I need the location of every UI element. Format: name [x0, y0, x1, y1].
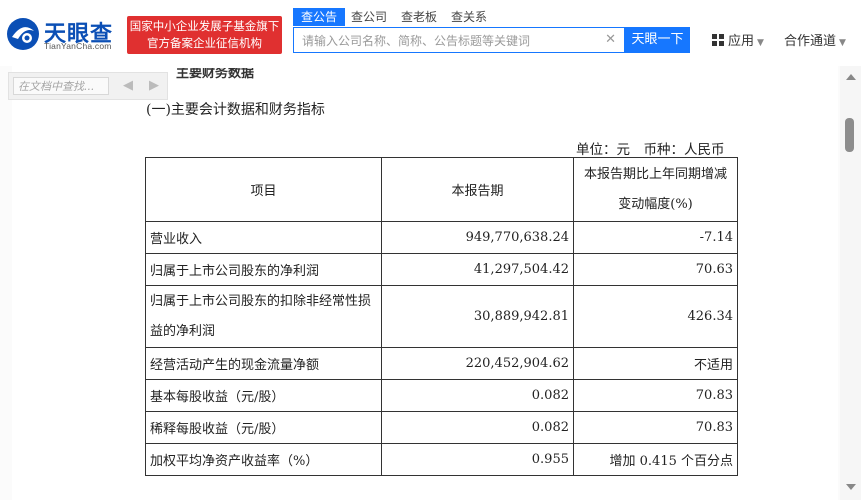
chevron-down-icon: ▼: [839, 38, 846, 48]
unit-line: 单位：元 币种：人民币: [576, 142, 725, 158]
logo-mark-icon: [7, 18, 39, 50]
site-header: 天眼查 TianYanCha.com 国家中小企业发展子基金旗下 官方备案企业征…: [0, 0, 861, 67]
table-row: 基本每股收益（元/股） 0.082 70.83: [145, 379, 738, 412]
row-value: 30,889,942.81: [381, 285, 574, 348]
search-box: ✕: [293, 27, 625, 53]
chevron-down-icon: ▼: [757, 38, 764, 48]
row-change: 70.63: [573, 253, 738, 286]
tab-bosses[interactable]: 查老板: [393, 8, 445, 26]
row-change: -7.14: [573, 221, 738, 254]
clear-icon[interactable]: ✕: [605, 32, 616, 47]
row-item: 营业收入: [145, 221, 382, 254]
row-value: 0.082: [381, 379, 574, 412]
row-value: 41,297,504.42: [381, 253, 574, 286]
row-change: 426.34: [573, 285, 738, 348]
cooperation-menu[interactable]: 合作通道 ▼: [784, 30, 846, 49]
tab-companies[interactable]: 查公司: [343, 8, 395, 26]
header-period: 本报告期: [381, 157, 574, 222]
row-item: 基本每股收益（元/股）: [145, 379, 382, 412]
table-row: 归属于上市公司股东的净利润 41,297,504.42 70.63: [145, 253, 738, 286]
section-title: (一)主要会计数据和财务指标: [146, 102, 325, 118]
search-button[interactable]: 天眼一下: [625, 27, 690, 53]
header-item: 项目: [145, 157, 382, 222]
table-row: 稀释每股收益（元/股） 0.082 70.83: [145, 411, 738, 444]
find-in-document-bar: ◀ ▶: [8, 72, 168, 100]
row-item: 稀释每股收益（元/股）: [145, 411, 382, 444]
search-input[interactable]: [300, 31, 604, 51]
row-value: 949,770,638.24: [381, 221, 574, 254]
official-badge: 国家中小企业发展子基金旗下 官方备案企业征信机构: [127, 16, 282, 54]
row-item: 归属于上市公司股东的扣除非经常性损益的净利润: [145, 285, 382, 348]
row-item: 加权平均净资产收益率（%）: [145, 443, 382, 476]
table-row: 归属于上市公司股东的扣除非经常性损益的净利润 30,889,942.81 426…: [145, 285, 738, 348]
row-change: 不适用: [573, 347, 738, 380]
left-arrow-icon[interactable]: ◀: [119, 78, 137, 94]
row-value: 220,452,904.62: [381, 347, 574, 380]
tab-relations[interactable]: 查关系: [443, 8, 495, 26]
table-row: 营业收入 949,770,638.24 -7.14: [145, 221, 738, 254]
find-input[interactable]: [13, 77, 109, 95]
row-item: 经营活动产生的现金流量净额: [145, 347, 382, 380]
scroll-down-icon[interactable]: [846, 484, 856, 490]
row-value: 0.955: [381, 443, 574, 476]
row-change: 70.83: [573, 411, 738, 444]
right-arrow-icon[interactable]: ▶: [145, 78, 163, 94]
financial-table: 项目 本报告期 本报告期比上年同期增减变动幅度(%) 营业收入 949,770,…: [145, 157, 738, 476]
header-change: 本报告期比上年同期增减变动幅度(%): [573, 157, 738, 222]
table-row: 经营活动产生的现金流量净额 220,452,904.62 不适用: [145, 347, 738, 380]
badge-line-2: 官方备案企业征信机构: [147, 36, 262, 50]
table-header-row: 项目 本报告期 本报告期比上年同期增减变动幅度(%): [145, 157, 738, 222]
scrollbar-thumb[interactable]: [845, 118, 854, 152]
row-change: 增加 0.415 个百分点: [573, 443, 738, 476]
app-menu-label: 应用: [728, 34, 755, 49]
tab-announcements[interactable]: 查公告: [293, 8, 346, 26]
row-item: 归属于上市公司股东的净利润: [145, 253, 382, 286]
row-change: 70.83: [573, 379, 738, 412]
scroll-up-icon[interactable]: [846, 74, 856, 80]
tianyancha-logo[interactable]: 天眼查 TianYanCha.com: [6, 14, 124, 54]
badge-line-1: 国家中小企业发展子基金旗下: [129, 19, 280, 33]
cooperation-menu-label: 合作通道: [784, 34, 837, 49]
logo-domain: TianYanCha.com: [44, 41, 112, 51]
table-row: 加权平均净资产收益率（%） 0.955 增加 0.415 个百分点: [145, 443, 738, 476]
app-menu[interactable]: 应用 ▼: [712, 30, 764, 49]
grid-icon: [712, 34, 724, 46]
row-value: 0.082: [381, 411, 574, 444]
